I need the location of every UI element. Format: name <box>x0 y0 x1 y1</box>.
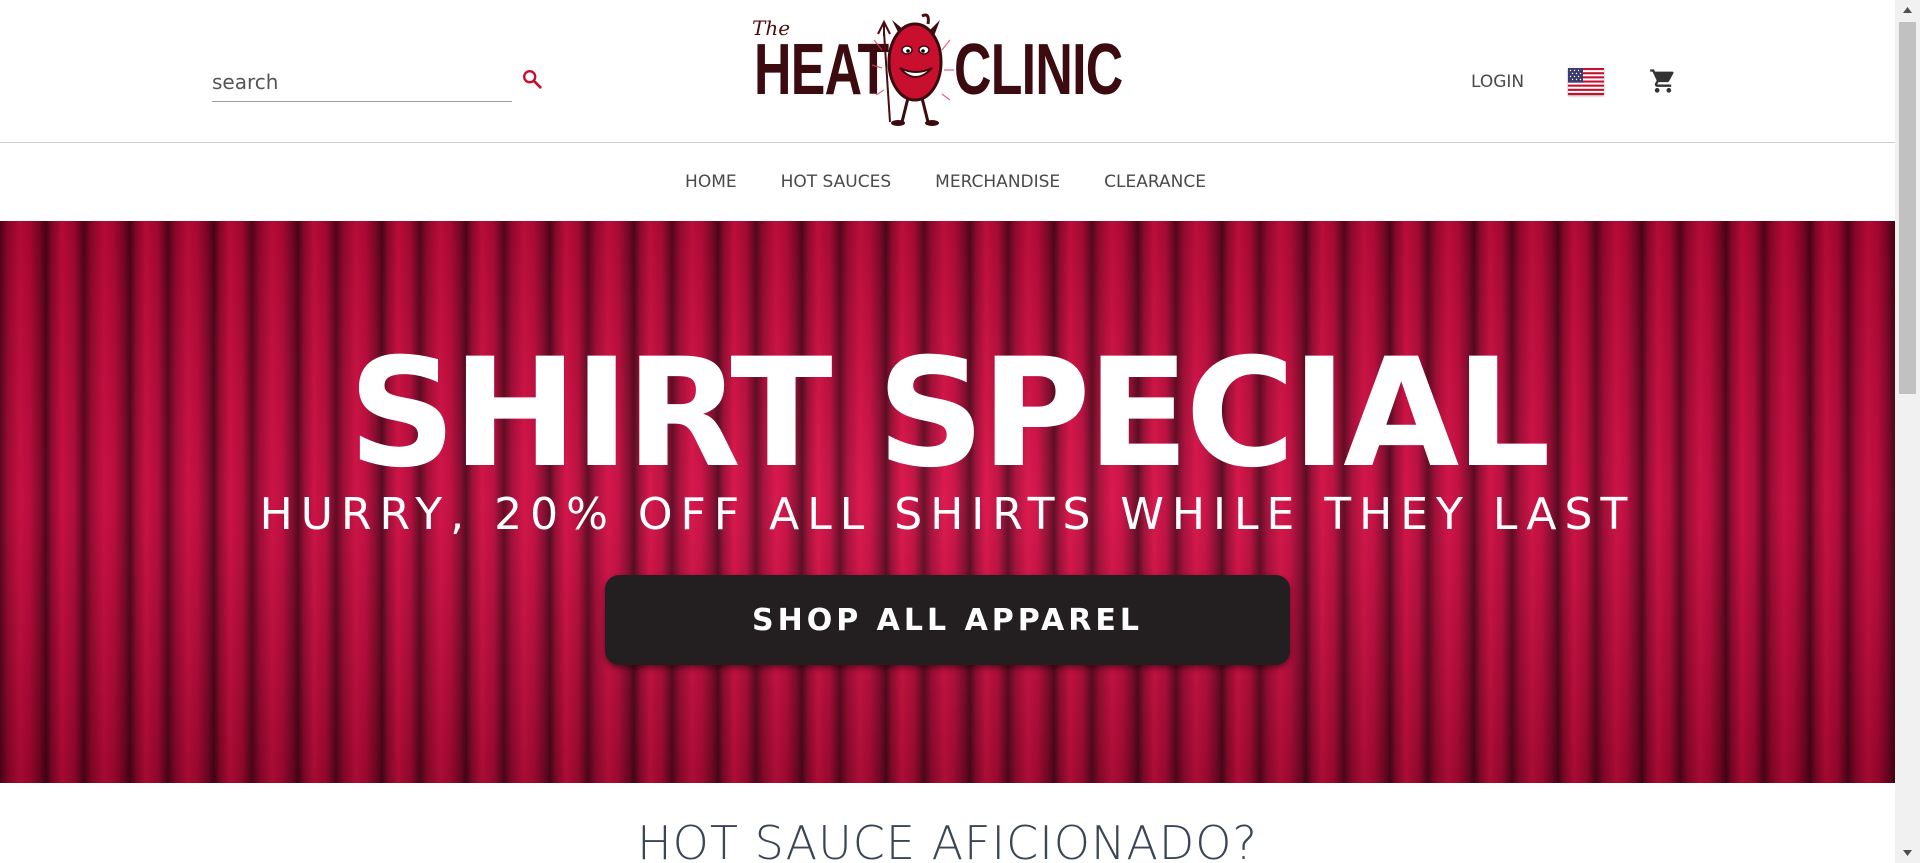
scroll-up-arrow-icon[interactable] <box>1895 0 1920 20</box>
logo-clinic-text: CLINIC <box>954 30 1123 110</box>
hero-banner[interactable]: SHIRT SPECIAL HURRY, 20% OFF ALL SHIRTS … <box>0 221 1895 783</box>
nav-item-hot-sauces[interactable]: HOT SAUCES <box>781 172 892 192</box>
hero-subtitle: HURRY, 20% OFF ALL SHIRTS WHILE THEY LAS… <box>259 489 1636 540</box>
site-logo[interactable]: The HEAT CLINIC <box>746 8 1123 130</box>
search-field <box>212 64 512 102</box>
main-nav: HOME HOT SAUCES MERCHANDISE CLEARANCE <box>0 143 1895 221</box>
vertical-scrollbar[interactable] <box>1895 0 1920 863</box>
nav-item-clearance[interactable]: CLEARANCE <box>1104 172 1206 192</box>
devil-pepper-mascot-icon <box>871 13 954 126</box>
us-flag-icon[interactable] <box>1568 68 1604 95</box>
hero-title: SHIRT SPECIAL <box>348 327 1551 501</box>
section-title: HOT SAUCE AFICIONADO? <box>637 816 1258 863</box>
search-input[interactable] <box>212 64 482 100</box>
logo-heat-text: HEAT <box>754 30 889 110</box>
nav-item-home[interactable]: HOME <box>685 172 737 192</box>
login-link[interactable]: LOGIN <box>1471 72 1524 92</box>
shop-all-apparel-button[interactable]: SHOP ALL APPAREL <box>605 575 1290 665</box>
scroll-thumb[interactable] <box>1899 22 1916 394</box>
shopping-cart-icon[interactable] <box>1648 67 1678 95</box>
site-header: The HEAT CLINIC LOGIN <box>0 0 1895 143</box>
search-icon[interactable] <box>521 68 543 90</box>
nav-item-merchandise[interactable]: MERCHANDISE <box>935 172 1060 192</box>
scroll-down-arrow-icon[interactable] <box>1895 843 1920 863</box>
